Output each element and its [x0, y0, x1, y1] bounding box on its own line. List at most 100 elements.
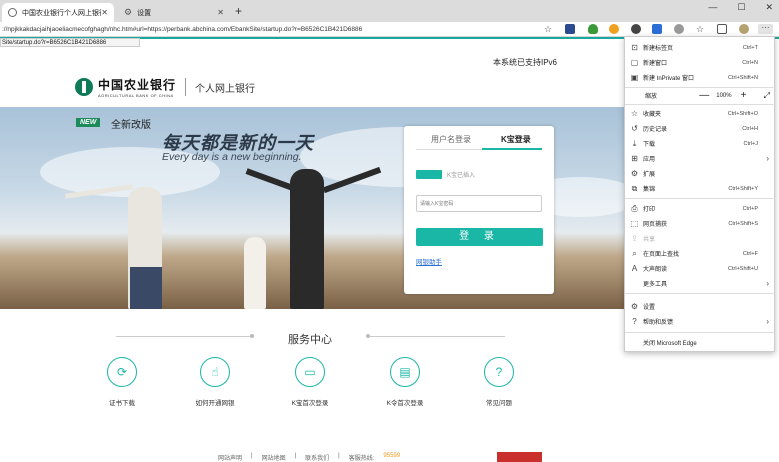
settings-more-button[interactable]: ··· [758, 24, 773, 34]
minimize-button[interactable]: — [708, 2, 717, 13]
new-badge: NEW [76, 118, 101, 127]
zoom-label: 缩放 [645, 94, 658, 100]
menu-shortcut: Ctrl+J [743, 140, 758, 147]
tab-strip: 中国农业银行个人网上银行 ✕ ⚙ 设置 ✕ + — ☐ ✕ [0, 0, 779, 22]
menu-label: 新建 InPrivate 窗口 [643, 76, 695, 82]
menu-find[interactable]: ⌕ 在页面上查找 Ctrl+F [625, 246, 776, 261]
card-icon: ▭ [295, 357, 325, 387]
tab-close-icon[interactable]: ✕ [101, 8, 108, 17]
menu-shortcut: Ctrl+P [742, 205, 758, 212]
footer-hotline-label: 客服热线: [348, 456, 375, 462]
menu-web-capture[interactable]: ⬚ 网页捕获 Ctrl+Shift+S [625, 216, 776, 231]
zoom-out-button[interactable]: — [698, 90, 710, 101]
login-button[interactable]: 登 录 [416, 228, 543, 246]
tab-label: 中国农业银行个人网上银行 [22, 9, 102, 17]
service-label: K令首次登录 [386, 400, 424, 407]
menu-read-aloud[interactable]: A 大声朗读 Ctrl+Shift+U [625, 261, 776, 276]
menu-new-window[interactable]: ▢ 新建窗口 Ctrl+N [625, 55, 776, 70]
favorite-star-icon[interactable]: ☆ [544, 24, 552, 35]
menu-new-inprivate[interactable]: ▣ 新建 InPrivate 窗口 Ctrl+Shift+N [625, 70, 776, 85]
new-tab-button[interactable]: + [235, 4, 242, 18]
ebank-assistant-link[interactable]: 网银助手 [416, 256, 442, 266]
shield-extension-icon[interactable] [588, 24, 598, 34]
menu-apps[interactable]: ⊞ 应用 › [625, 151, 776, 166]
document-icon: ▤ [390, 357, 420, 387]
menu-help-feedback[interactable]: ? 帮助和反馈 › [625, 314, 776, 329]
menu-label: 共享 [643, 237, 656, 243]
address-url[interactable]: :/‌/npjkkakdacjaihjaoeliacmecofghagh/nhc… [0, 26, 380, 33]
menu-history[interactable]: ↺ 历史记录 Ctrl+H [625, 121, 776, 136]
service-center-title: 服务中心 [288, 334, 332, 346]
tab-abc-bank[interactable]: 中国农业银行个人网上银行 ✕ [2, 3, 114, 22]
extension-gray-icon[interactable] [674, 24, 684, 34]
tab-close-icon[interactable]: ✕ [217, 8, 224, 17]
footer-links: 网站声明 | 网站地图 | 联系我们 | 客服热线: 95599 [218, 453, 400, 462]
tab-kbao-login[interactable]: K宝登录 [501, 134, 531, 145]
tab-settings[interactable]: ⚙ 设置 ✕ [118, 3, 230, 22]
service-open-ebank[interactable]: ☝ 如何开通网银 [185, 357, 245, 407]
service-faq[interactable]: ? 常见问题 [469, 357, 529, 407]
extension-yellow-icon[interactable] [609, 24, 619, 34]
hero-person-child [244, 237, 266, 309]
download-icon: ⤓ [632, 138, 637, 148]
chevron-right-icon: › [766, 317, 769, 326]
extension-ia-icon[interactable] [565, 24, 575, 34]
find-icon: ⌕ [632, 248, 637, 258]
service-kling-first-login[interactable]: ▤ K令首次登录 [375, 357, 435, 407]
kbao-password-input[interactable] [416, 195, 542, 212]
menu-favorites[interactable]: ☆ 收藏夹 Ctrl+Shift+O [625, 106, 776, 121]
service-divider-left [116, 336, 251, 337]
menu-print[interactable]: ⎙ 打印 Ctrl+P [625, 201, 776, 216]
profile-avatar[interactable] [739, 24, 749, 34]
login-panel: 用户名登录 K宝登录 K宝已插入 登 录 网银助手 [404, 126, 554, 294]
window-controls: — ☐ ✕ [708, 2, 773, 13]
footer-red-badge[interactable] [497, 452, 542, 462]
menu-label: 应用 [643, 157, 656, 163]
menu-label: 历史记录 [643, 127, 668, 133]
menu-more-tools[interactable]: 更多工具 › [625, 276, 776, 291]
footer-link-contact[interactable]: 联系我们 [305, 453, 329, 462]
extension-dark-icon[interactable] [631, 24, 641, 34]
collections-icon[interactable] [717, 24, 727, 34]
capture-icon: ⬚ [630, 219, 639, 228]
status-url: Site/startup.do?r=B6526C1B421D6886 [0, 38, 140, 47]
read-aloud-icon: A [631, 264, 638, 273]
chevron-right-icon: › [766, 279, 769, 288]
service-label: 证书下载 [109, 400, 135, 407]
service-kbao-first-login[interactable]: ▭ K宝首次登录 [280, 357, 340, 407]
address-bar[interactable]: :/‌/npjkkakdacjaihjaoeliacmecofghagh/nhc… [0, 22, 779, 37]
print-icon: ⎙ [631, 203, 638, 213]
menu-settings[interactable]: ⚙ 设置 [625, 299, 776, 314]
menu-label: 新建标签页 [643, 46, 674, 52]
menu-separator [625, 293, 776, 294]
close-window-button[interactable]: ✕ [765, 2, 773, 13]
kbao-indicator-icon [416, 170, 442, 179]
menu-extensions[interactable]: ⚙ 扩展 [625, 166, 776, 181]
footer-link-sitemap[interactable]: 网站地图 [262, 453, 286, 462]
maximize-button[interactable]: ☐ [737, 2, 745, 13]
abc-logo-icon [75, 78, 93, 96]
favorites-icon: ☆ [630, 109, 639, 118]
menu-label: 收藏夹 [643, 112, 662, 118]
menu-downloads[interactable]: ⤓ 下载 Ctrl+J [625, 136, 776, 151]
extension-blue-icon[interactable] [652, 24, 662, 34]
menu-collections[interactable]: ⧉ 集锦 Ctrl+Shift+Y [625, 181, 776, 196]
footer-hotline: 95599 [383, 453, 401, 459]
service-cert-download[interactable]: ⟳ 证书下载 [92, 357, 152, 407]
service-label: K宝首次登录 [291, 400, 329, 407]
favorites-icon[interactable]: ☆ [696, 24, 706, 34]
menu-close-edge[interactable]: 关闭 Microsoft Edge [625, 335, 776, 350]
tab-username-login[interactable]: 用户名登录 [431, 134, 471, 145]
menu-new-tab[interactable]: ⊡ 新建标签页 Ctrl+T [625, 40, 776, 55]
inprivate-icon: ▣ [630, 73, 639, 82]
footer-link-statement[interactable]: 网站声明 [218, 453, 242, 462]
menu-label: 网页捕获 [643, 222, 668, 228]
share-icon: ⇪ [631, 234, 638, 243]
fullscreen-icon[interactable]: ⤢ [764, 91, 770, 101]
zoom-in-button[interactable]: + [738, 90, 750, 101]
logo-divider [185, 78, 187, 96]
bank-logo[interactable]: 中国农业银行 AGRICULTURAL BANK OF CHINA 个人网上银行 [75, 76, 255, 98]
browser-settings-menu: ⊡ 新建标签页 Ctrl+T ▢ 新建窗口 Ctrl+N ▣ 新建 InPriv… [624, 36, 776, 352]
logo-en: AGRICULTURAL BANK OF CHINA [98, 93, 174, 98]
extensions-icon: ⚙ [630, 169, 639, 178]
